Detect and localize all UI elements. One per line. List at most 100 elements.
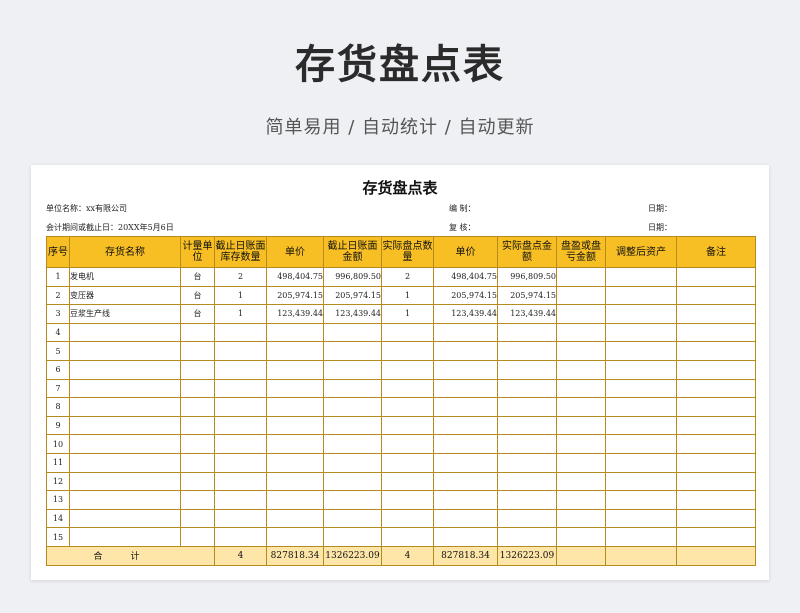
cell-unit[interactable]: [180, 508, 215, 529]
cell-book-price[interactable]: [266, 397, 324, 417]
cell-book-qty[interactable]: [214, 508, 267, 529]
cell-diff[interactable]: [556, 267, 606, 287]
cell-actual-price[interactable]: [433, 490, 498, 510]
cell-book-price[interactable]: [266, 378, 324, 399]
cell-diff[interactable]: [556, 304, 606, 324]
cell-actual-price[interactable]: 498,404.75: [433, 267, 498, 287]
cell-unit[interactable]: [180, 434, 215, 454]
cell-name[interactable]: 豆浆生产线: [69, 304, 181, 324]
cell-remark[interactable]: [676, 490, 756, 510]
cell-book-price[interactable]: 205,974.15: [266, 285, 324, 306]
cell-book-price[interactable]: [266, 322, 324, 343]
cell-no[interactable]: 9: [46, 415, 70, 436]
cell-actual-price[interactable]: [433, 397, 498, 417]
cell-book-price[interactable]: [266, 527, 324, 547]
cell-actual-qty[interactable]: [381, 341, 434, 361]
cell-no[interactable]: 1: [46, 267, 70, 287]
cell-actual-qty[interactable]: [381, 359, 434, 380]
cell-actual-qty[interactable]: [381, 397, 434, 417]
cell-book-amount[interactable]: 996,809.50: [323, 267, 382, 287]
cell-adjusted[interactable]: [605, 341, 677, 361]
cell-unit[interactable]: [180, 490, 215, 510]
cell-no[interactable]: 14: [46, 508, 70, 529]
cell-name[interactable]: [69, 359, 181, 380]
cell-book-price[interactable]: [266, 471, 324, 492]
cell-book-price[interactable]: [266, 341, 324, 361]
cell-no[interactable]: 11: [46, 452, 70, 473]
cell-actual-price[interactable]: [433, 471, 498, 492]
cell-actual-amount[interactable]: [497, 471, 557, 492]
cell-remark[interactable]: [676, 434, 756, 454]
cell-adjusted[interactable]: [605, 267, 677, 287]
cell-unit[interactable]: [180, 527, 215, 547]
cell-book-amount[interactable]: [323, 322, 382, 343]
cell-diff[interactable]: [556, 378, 606, 399]
cell-name[interactable]: [69, 452, 181, 473]
cell-actual-qty[interactable]: [381, 452, 434, 473]
cell-remark[interactable]: [676, 359, 756, 380]
cell-adjusted[interactable]: [605, 415, 677, 436]
cell-actual-qty[interactable]: [381, 415, 434, 436]
cell-actual-amount[interactable]: [497, 397, 557, 417]
cell-unit[interactable]: [180, 397, 215, 417]
cell-diff[interactable]: [556, 285, 606, 306]
cell-book-amount[interactable]: [323, 341, 382, 361]
cell-actual-qty[interactable]: 1: [381, 304, 434, 324]
cell-name[interactable]: 变压器: [69, 285, 181, 306]
cell-actual-amount[interactable]: [497, 341, 557, 361]
cell-remark[interactable]: [676, 267, 756, 287]
cell-book-price[interactable]: [266, 434, 324, 454]
cell-no[interactable]: 7: [46, 378, 70, 399]
cell-no[interactable]: 2: [46, 285, 70, 306]
cell-no[interactable]: 5: [46, 341, 70, 361]
cell-actual-qty[interactable]: [381, 322, 434, 343]
cell-diff[interactable]: [556, 490, 606, 510]
cell-book-price[interactable]: [266, 415, 324, 436]
cell-name[interactable]: [69, 322, 181, 343]
cell-actual-qty[interactable]: [381, 508, 434, 529]
cell-actual-amount[interactable]: [497, 508, 557, 529]
cell-unit[interactable]: [180, 378, 215, 399]
cell-actual-qty[interactable]: 2: [381, 267, 434, 287]
cell-book-amount[interactable]: [323, 397, 382, 417]
cell-actual-price[interactable]: [433, 378, 498, 399]
cell-book-amount[interactable]: [323, 415, 382, 436]
cell-book-price[interactable]: [266, 452, 324, 473]
cell-adjusted[interactable]: [605, 285, 677, 306]
cell-book-qty[interactable]: [214, 452, 267, 473]
cell-book-amount[interactable]: [323, 527, 382, 547]
cell-name[interactable]: [69, 341, 181, 361]
cell-book-qty[interactable]: [214, 490, 267, 510]
cell-unit[interactable]: [180, 341, 215, 361]
cell-book-amount[interactable]: 123,439.44: [323, 304, 382, 324]
cell-unit[interactable]: [180, 452, 215, 473]
cell-book-qty[interactable]: 1: [214, 304, 267, 324]
cell-diff[interactable]: [556, 452, 606, 473]
cell-name[interactable]: [69, 490, 181, 510]
cell-book-amount[interactable]: [323, 508, 382, 529]
cell-book-qty[interactable]: [214, 527, 267, 547]
cell-book-price[interactable]: [266, 508, 324, 529]
cell-actual-amount[interactable]: [497, 490, 557, 510]
cell-no[interactable]: 15: [46, 527, 70, 547]
cell-actual-qty[interactable]: 1: [381, 285, 434, 306]
cell-remark[interactable]: [676, 341, 756, 361]
cell-unit[interactable]: 台: [180, 267, 215, 287]
cell-actual-qty[interactable]: [381, 471, 434, 492]
cell-book-qty[interactable]: [214, 434, 267, 454]
cell-name[interactable]: [69, 434, 181, 454]
cell-actual-price[interactable]: [433, 359, 498, 380]
cell-name[interactable]: [69, 527, 181, 547]
cell-actual-price[interactable]: [433, 322, 498, 343]
cell-name[interactable]: [69, 508, 181, 529]
cell-book-qty[interactable]: [214, 471, 267, 492]
cell-diff[interactable]: [556, 471, 606, 492]
cell-actual-price[interactable]: [433, 527, 498, 547]
cell-no[interactable]: 8: [46, 397, 70, 417]
cell-unit[interactable]: [180, 359, 215, 380]
cell-book-amount[interactable]: 205,974.15: [323, 285, 382, 306]
cell-unit[interactable]: 台: [180, 304, 215, 324]
cell-actual-amount[interactable]: [497, 322, 557, 343]
cell-actual-price[interactable]: [433, 452, 498, 473]
cell-book-qty[interactable]: 1: [214, 285, 267, 306]
